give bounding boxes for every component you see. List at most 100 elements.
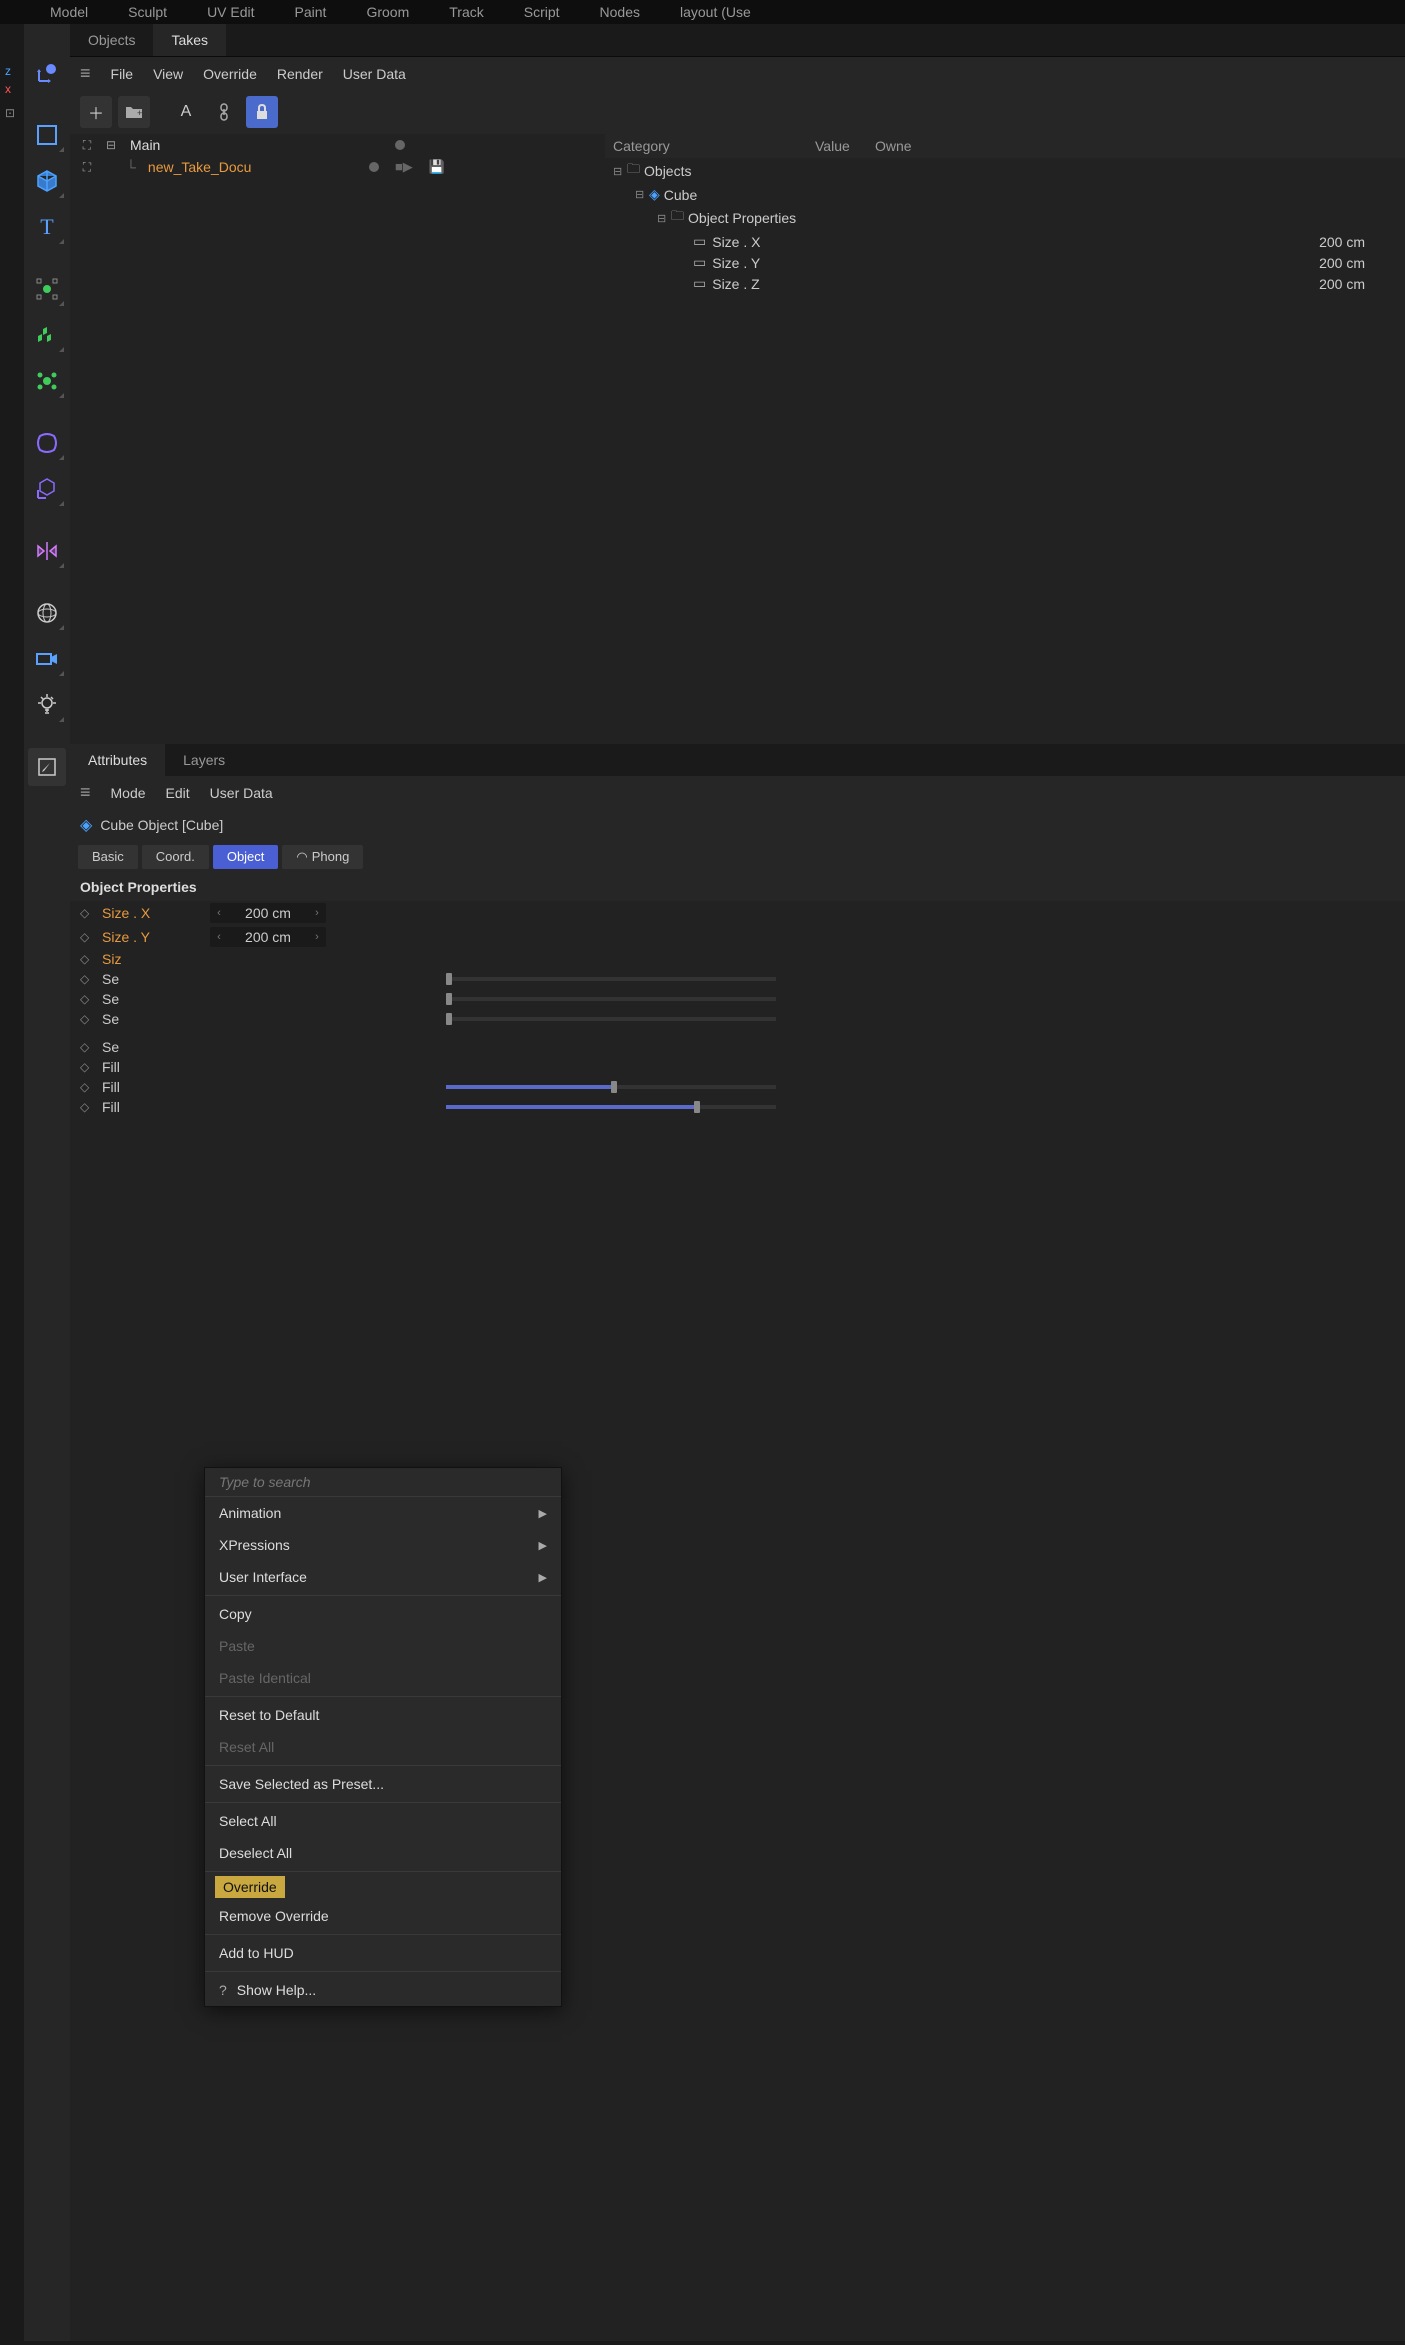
light-tool-icon[interactable] — [28, 686, 66, 724]
tab-attributes[interactable]: Attributes — [70, 744, 165, 776]
ctx-paste-identical[interactable]: Paste Identical — [205, 1662, 561, 1694]
ctx-deselect-all[interactable]: Deselect All — [205, 1837, 561, 1869]
add-folder-button[interactable]: + — [118, 96, 150, 128]
menu-groom[interactable]: Groom — [366, 4, 409, 20]
text-tool-icon[interactable]: T — [28, 208, 66, 246]
menu-file[interactable]: File — [111, 66, 134, 82]
menu-script[interactable]: Script — [524, 4, 560, 20]
prop-sizey-spinner[interactable]: ‹200 cm› — [210, 927, 326, 947]
subtab-phong[interactable]: ◠Phong — [282, 845, 363, 869]
keyframe-icon[interactable]: ◇ — [80, 1060, 94, 1074]
context-search[interactable]: Type to search — [205, 1468, 561, 1497]
keyframe-icon[interactable]: ◇ — [80, 1040, 94, 1054]
subtab-basic[interactable]: Basic — [78, 845, 138, 869]
menu-view[interactable]: View — [153, 66, 183, 82]
ctx-ui[interactable]: User Interface▶ — [205, 1561, 561, 1593]
ctx-help[interactable]: ?Show Help... — [205, 1974, 561, 2006]
move-tool-icon[interactable] — [28, 54, 66, 92]
tab-layers[interactable]: Layers — [165, 744, 243, 776]
cat-cube[interactable]: Cube — [664, 187, 697, 203]
expand-icon[interactable]: ⛶ — [78, 158, 96, 176]
keyframe-icon[interactable]: ◇ — [80, 952, 94, 966]
add-button[interactable]: ＋ — [80, 96, 112, 128]
ctx-override[interactable]: Override — [215, 1876, 285, 1898]
tree-main-label[interactable]: Main — [130, 137, 160, 153]
menu-mode[interactable]: Mode — [111, 785, 146, 801]
menu-override[interactable]: Override — [203, 66, 257, 82]
auto-button[interactable]: A — [170, 96, 202, 128]
keyframe-icon[interactable]: ◇ — [80, 972, 94, 986]
menu-model[interactable]: Model — [50, 4, 88, 20]
tree-take-label[interactable]: new_Take_Docu — [148, 159, 252, 175]
keyframe-icon[interactable]: ◇ — [80, 992, 94, 1006]
prop-slider[interactable] — [446, 1017, 776, 1021]
menu-userdata[interactable]: User Data — [343, 66, 406, 82]
menu-userdata2[interactable]: User Data — [210, 785, 273, 801]
cat-sizey[interactable]: Size . Y — [712, 255, 760, 271]
cat-sizez[interactable]: Size . Z — [712, 276, 759, 292]
prop-sizez-label: Siz — [102, 951, 202, 967]
cube-tool-icon[interactable] — [28, 162, 66, 200]
tree-toggle-icon[interactable]: ⊟ — [657, 212, 671, 225]
menu-layout[interactable]: layout (Use — [680, 4, 751, 20]
camera-icon[interactable]: ■▶ — [395, 159, 413, 175]
camera-tool-icon[interactable] — [28, 640, 66, 678]
ctx-paste[interactable]: Paste — [205, 1630, 561, 1662]
status-dot-icon[interactable] — [395, 140, 405, 150]
panel-icon[interactable]: ⊡ — [5, 106, 19, 120]
collapse-icon[interactable]: ⊟ — [102, 136, 120, 154]
keyframe-icon[interactable]: ◇ — [80, 1012, 94, 1026]
prop-slider[interactable] — [446, 1085, 776, 1089]
ctx-remove-override[interactable]: Remove Override — [205, 1900, 561, 1932]
tree-toggle-icon[interactable]: ⊟ — [635, 188, 649, 201]
ctx-animation[interactable]: Animation▶ — [205, 1497, 561, 1529]
hamburger-icon[interactable]: ≡ — [80, 63, 91, 84]
ctx-reset-all[interactable]: Reset All — [205, 1731, 561, 1763]
hamburger-icon[interactable]: ≡ — [80, 782, 91, 803]
symmetry-tool-icon[interactable] — [28, 532, 66, 570]
keyframe-icon[interactable]: ◇ — [80, 930, 94, 944]
keyframe-icon[interactable]: ◇ — [80, 1080, 94, 1094]
tab-takes[interactable]: Takes — [153, 24, 226, 56]
cat-sizex[interactable]: Size . X — [712, 234, 760, 250]
menu-edit[interactable]: Edit — [166, 785, 190, 801]
menu-track[interactable]: Track — [449, 4, 483, 20]
menu-render[interactable]: Render — [277, 66, 323, 82]
lock-button[interactable] — [246, 96, 278, 128]
status-dot-icon[interactable] — [369, 162, 379, 172]
tree-toggle-icon[interactable]: ⊟ — [613, 165, 627, 178]
ctx-add-hud[interactable]: Add to HUD — [205, 1937, 561, 1969]
prop-slider[interactable] — [446, 977, 776, 981]
menu-paint[interactable]: Paint — [295, 4, 327, 20]
subtab-object[interactable]: Object — [213, 845, 279, 869]
ctx-select-all[interactable]: Select All — [205, 1805, 561, 1837]
ctx-reset[interactable]: Reset to Default — [205, 1699, 561, 1731]
expand-icon[interactable]: ⛶ — [78, 136, 96, 154]
scene-tool-icon[interactable] — [28, 470, 66, 508]
subtab-coord[interactable]: Coord. — [142, 845, 209, 869]
link-button[interactable] — [208, 96, 240, 128]
deformer-tool-icon[interactable] — [28, 424, 66, 462]
sphere-grid-tool-icon[interactable] — [28, 594, 66, 632]
particles-tool-icon[interactable] — [28, 362, 66, 400]
keyframe-icon[interactable]: ◇ — [80, 906, 94, 920]
cat-objects[interactable]: Objects — [644, 163, 691, 179]
ctx-copy[interactable]: Copy — [205, 1598, 561, 1630]
prop-slider[interactable] — [446, 997, 776, 1001]
tab-objects[interactable]: Objects — [70, 24, 153, 56]
ctx-xpressions[interactable]: XPressions▶ — [205, 1529, 561, 1561]
menu-nodes[interactable]: Nodes — [600, 4, 640, 20]
prop-slider[interactable] — [446, 1105, 776, 1109]
ctx-save-preset[interactable]: Save Selected as Preset... — [205, 1768, 561, 1800]
menu-sculpt[interactable]: Sculpt — [128, 4, 167, 20]
save-icon[interactable]: 💾 — [429, 159, 445, 175]
keyframe-icon[interactable]: ◇ — [80, 1100, 94, 1114]
prop-sizex-spinner[interactable]: ‹200 cm› — [210, 903, 326, 923]
cat-objprops[interactable]: Object Properties — [688, 210, 796, 226]
rectangle-tool-icon[interactable] — [28, 116, 66, 154]
generator-tool-icon[interactable] — [28, 316, 66, 354]
takes-tree: ⛶ ⊟ Main ⛶ └ new_Take_Docu ■▶ 💾 — [70, 134, 605, 744]
field-tool-icon[interactable] — [28, 270, 66, 308]
menu-uvedit[interactable]: UV Edit — [207, 4, 254, 20]
annotate-tool-icon[interactable] — [28, 748, 66, 786]
